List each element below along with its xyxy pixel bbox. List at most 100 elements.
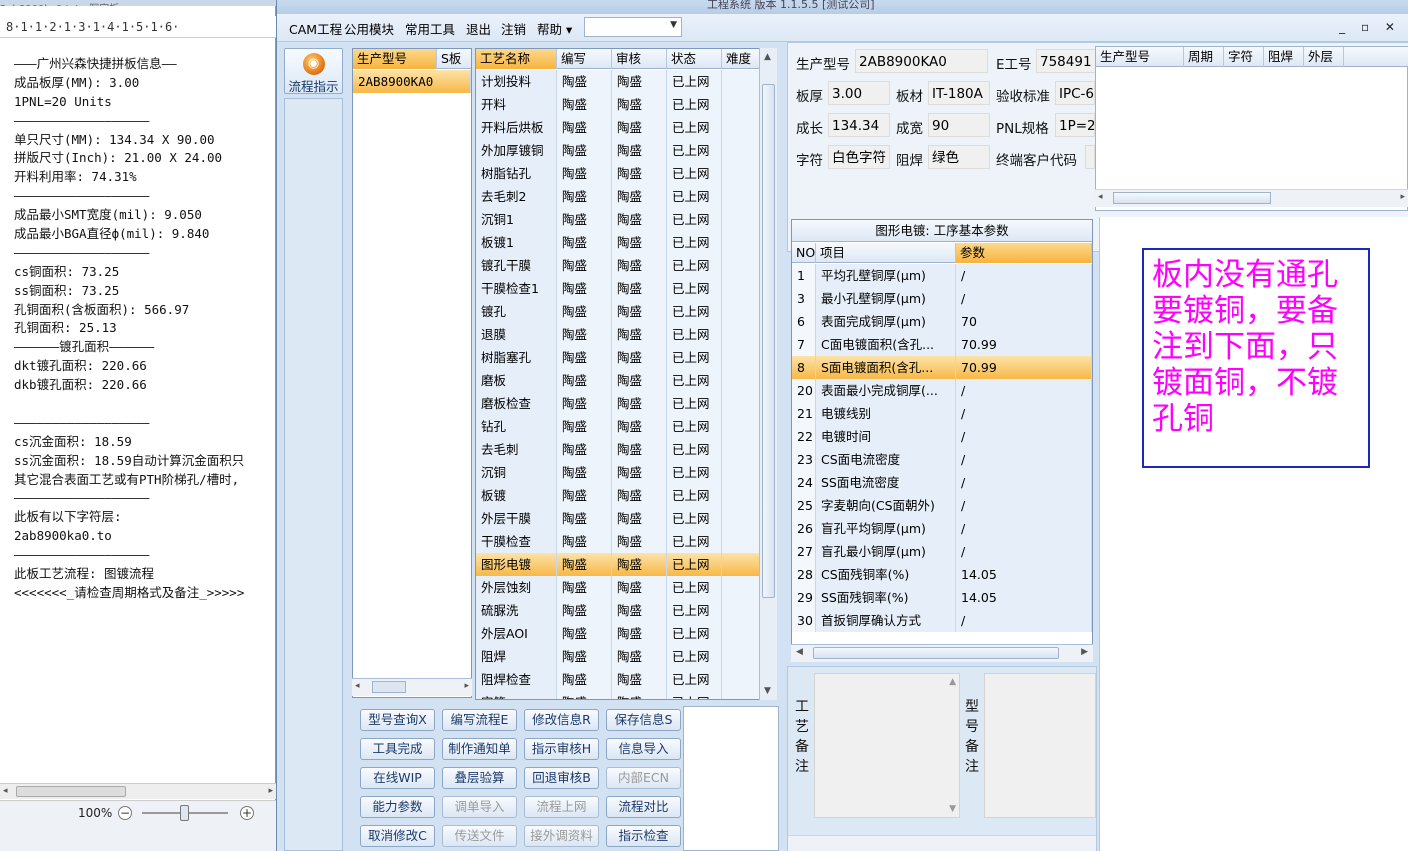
action-button[interactable]: 信息导入 [606,738,681,760]
scroll-up-icon[interactable]: ▲ [764,52,771,62]
process-row[interactable]: 图形电镀 陶盛 陶盛 已上网 [476,553,760,576]
scroll-left-icon[interactable]: ◂ [3,786,8,796]
menu-help[interactable]: 帮助 ▾ [537,19,572,38]
action-button[interactable]: 流程上网 [524,796,599,818]
action-button[interactable]: 流程对比 [606,796,681,818]
param-row[interactable]: 22 电镀时间 / [792,425,1092,448]
scroll-thumb[interactable] [813,647,1059,659]
process-grid-scrollbar[interactable]: ▲ ▼ [759,48,777,700]
model-grid[interactable]: 生产型号 S板 2AB8900KA0 [352,48,472,698]
process-grid[interactable]: 工艺名称 编写 审核 状态 难度 计划投料 陶盛 陶盛 已上网 开料 陶盛 陶盛 已上网 开料后… [475,48,777,700]
action-button[interactable]: 在线WIP [360,767,435,789]
process-row[interactable]: 板镀1 陶盛 陶盛 已上网 [476,231,760,254]
param-row[interactable]: 25 字麦朝向(CS面朝外) / [792,494,1092,517]
param-row[interactable]: 21 电镀线别 / [792,402,1092,425]
param-row[interactable]: 8 S面电镀面积(含孔... 70.99 [792,356,1092,379]
length-field[interactable]: 134.34 [828,113,890,137]
scroll-right-icon[interactable]: ▸ [268,786,273,796]
history-grid-scrollbar[interactable]: ◂ ▸ [1095,189,1408,207]
param-row[interactable]: 20 表面最小完成铜厚(... / [792,379,1092,402]
menu-logout[interactable]: 注销 [501,19,526,38]
horizontal-scrollbar[interactable]: ◂ ▸ [0,783,276,799]
process-row[interactable]: 树脂钻孔 陶盛 陶盛 已上网 [476,162,760,185]
menu-combo-box[interactable]: ▼ [584,17,682,37]
char-field[interactable]: 白色字符 [828,145,890,169]
process-row[interactable]: 外加厚镀铜 陶盛 陶盛 已上网 [476,139,760,162]
scroll-left-icon[interactable]: ◂ [355,681,360,691]
action-button[interactable]: 取消修改C [360,825,435,847]
mask-field[interactable]: 绿色 [928,145,990,169]
action-button[interactable]: 指示审核H [524,738,599,760]
thickness-field[interactable]: 3.00 [828,81,890,105]
col-model[interactable]: 生产型号 [1096,47,1184,67]
menu-tools[interactable]: 常用工具 [405,19,455,38]
param-row[interactable]: 28 CS面残铜率(%) 14.05 [792,563,1092,586]
material-field[interactable]: IT-180A [928,81,990,105]
action-button[interactable]: 调单导入 [442,796,517,818]
window-controls[interactable]: _ ▫ ✕ [1339,20,1401,34]
scroll-up-icon[interactable]: ▲ [949,677,956,687]
width-field[interactable]: 90 [928,113,990,137]
action-button[interactable]: 叠层验算 [442,767,517,789]
param-row[interactable]: 24 SS面电流密度 / [792,471,1092,494]
zoom-in-button[interactable]: + [240,806,254,820]
action-button[interactable]: 能力参数 [360,796,435,818]
process-row[interactable]: 去毛刺 陶盛 陶盛 已上网 [476,438,760,461]
standard-field[interactable]: IPC-6 [1055,81,1095,105]
col-s-board[interactable]: S板 [437,49,471,69]
flow-indicator-button[interactable]: ◉ 流程指示 [284,48,343,94]
action-button[interactable]: 制作通知单 [442,738,517,760]
process-row[interactable]: 外层蚀刻 陶盛 陶盛 已上网 [476,576,760,599]
scroll-right-icon[interactable]: ▶ [1081,647,1088,657]
scroll-thumb[interactable] [16,786,126,797]
process-row[interactable]: 树脂塞孔 陶盛 陶盛 已上网 [476,346,760,369]
process-row[interactable]: 开料后烘板 陶盛 陶盛 已上网 [476,116,760,139]
param-grid-scrollbar[interactable]: ◀ ▶ [791,644,1093,662]
process-row[interactable]: 外层AOI 陶盛 陶盛 已上网 [476,622,760,645]
history-grid[interactable]: 生产型号 周期 字符 阻焊 外层 [1095,46,1408,211]
col-item[interactable]: 项目 [816,243,956,263]
process-row[interactable]: 去毛刺2 陶盛 陶盛 已上网 [476,185,760,208]
col-outer[interactable]: 外层 [1304,47,1344,67]
model-row[interactable]: 2AB8900KA0 [353,70,471,93]
scroll-right-icon[interactable]: ▸ [464,681,469,691]
col-difficulty[interactable]: 难度 [722,49,760,69]
action-button[interactable]: 编写流程E [442,709,517,731]
action-button[interactable]: 保存信息S [606,709,681,731]
param-row[interactable]: 3 最小孔壁铜厚(μm) / [792,287,1092,310]
param-row[interactable]: 7 C面电镀面积(含孔... 70.99 [792,333,1092,356]
zoom-out-button[interactable]: − [118,806,132,820]
col-reviewer[interactable]: 审核 [612,49,667,69]
col-period[interactable]: 周期 [1184,47,1224,67]
process-row[interactable]: 字符陶盛陶盛已上网 [476,691,760,699]
scroll-thumb[interactable] [762,84,775,598]
param-row[interactable]: 6 表面完成铜厚(μm) 70 [792,310,1092,333]
param-row[interactable]: 30 首扳铜厚确认方式 / [792,609,1092,632]
param-row[interactable]: 27 盲孔最小铜厚(μm) / [792,540,1092,563]
pnl-field[interactable]: 1P=2 [1055,113,1095,137]
param-row[interactable]: 26 盲孔平均铜厚(μm) / [792,517,1092,540]
process-row[interactable]: 阻焊 陶盛 陶盛 已上网 [476,645,760,668]
process-row[interactable]: 干膜检查 陶盛 陶盛 已上网 [476,530,760,553]
col-model[interactable]: 生产型号 [353,49,437,69]
scroll-left-icon[interactable]: ◀ [796,647,803,657]
customer-field[interactable] [1085,145,1095,169]
process-row[interactable]: 镀孔 陶盛 陶盛 已上网 [476,300,760,323]
col-no[interactable]: NO [792,243,816,263]
process-row[interactable]: 磨板检查 陶盛 陶盛 已上网 [476,392,760,415]
process-row[interactable]: 板镀 陶盛 陶盛 已上网 [476,484,760,507]
action-button[interactable]: 接外调资料 [524,825,599,847]
process-row[interactable]: 外层干膜 陶盛 陶盛 已上网 [476,507,760,530]
menu-cam[interactable]: CAM工程 [289,19,342,38]
model-grid-scrollbar[interactable]: ◂ ▸ [352,678,472,696]
process-row[interactable]: 硫脲洗 陶盛 陶盛 已上网 [476,599,760,622]
scroll-thumb[interactable] [1113,192,1271,204]
scroll-down-icon[interactable]: ▼ [764,686,771,696]
col-mask[interactable]: 阻焊 [1264,47,1304,67]
process-row[interactable]: 磨板 陶盛 陶盛 已上网 [476,369,760,392]
action-button[interactable]: 工具完成 [360,738,435,760]
action-button[interactable]: 传送文件 [442,825,517,847]
note-box[interactable] [683,706,779,851]
param-row[interactable]: 29 SS面残铜率(%) 14.05 [792,586,1092,609]
model-field[interactable]: 2AB8900KA0 [855,49,988,73]
